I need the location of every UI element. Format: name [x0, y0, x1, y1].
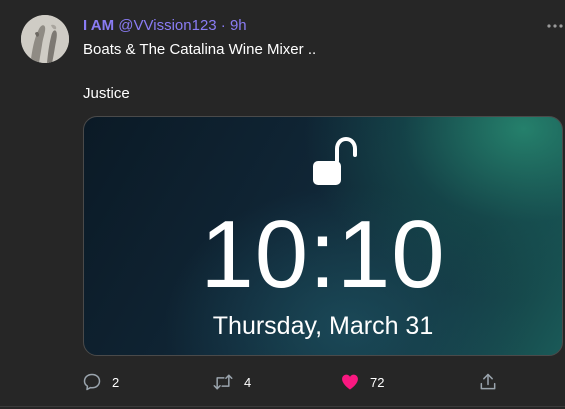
reply-icon — [83, 373, 101, 391]
reply-count: 2 — [112, 374, 120, 390]
tweet-text-line-1: Boats & The Catalina Wine Mixer .. — [83, 41, 317, 58]
retweet-icon — [213, 374, 233, 390]
avatar-image — [21, 15, 69, 63]
lockscreen-time: 10:10 — [200, 201, 446, 308]
tweet-header: I AM @VVission123 · 9h — [83, 16, 247, 35]
tweet-divider — [0, 406, 565, 407]
tweet-actions: 2 4 72 — [0, 369, 565, 395]
unlocked-padlock-icon — [313, 137, 357, 185]
like-count: 72 — [370, 374, 385, 390]
retweet-count: 4 — [244, 374, 252, 390]
more-icon — [547, 24, 563, 28]
retweet-button[interactable]: 4 — [212, 369, 251, 395]
display-name[interactable]: I AM — [83, 17, 114, 34]
tweet-text-line-2: Justice — [83, 85, 130, 102]
user-handle[interactable]: @VVission123 — [118, 17, 216, 34]
tweet[interactable]: I AM @VVission123 · 9h Boats & The Catal… — [0, 0, 565, 409]
reply-button[interactable]: 2 — [82, 369, 119, 395]
share-icon — [480, 373, 496, 390]
tweet-media-image[interactable]: 10:10 Thursday, March 31 — [83, 116, 563, 356]
more-options-button[interactable] — [545, 16, 565, 36]
share-button[interactable] — [478, 369, 498, 395]
separator-dot: · — [220, 17, 226, 34]
heart-icon — [342, 374, 358, 390]
lockscreen-date: Thursday, March 31 — [212, 312, 434, 340]
avatar[interactable] — [21, 15, 69, 63]
tweet-timestamp[interactable]: 9h — [230, 17, 247, 34]
like-button[interactable]: 72 — [340, 369, 384, 395]
